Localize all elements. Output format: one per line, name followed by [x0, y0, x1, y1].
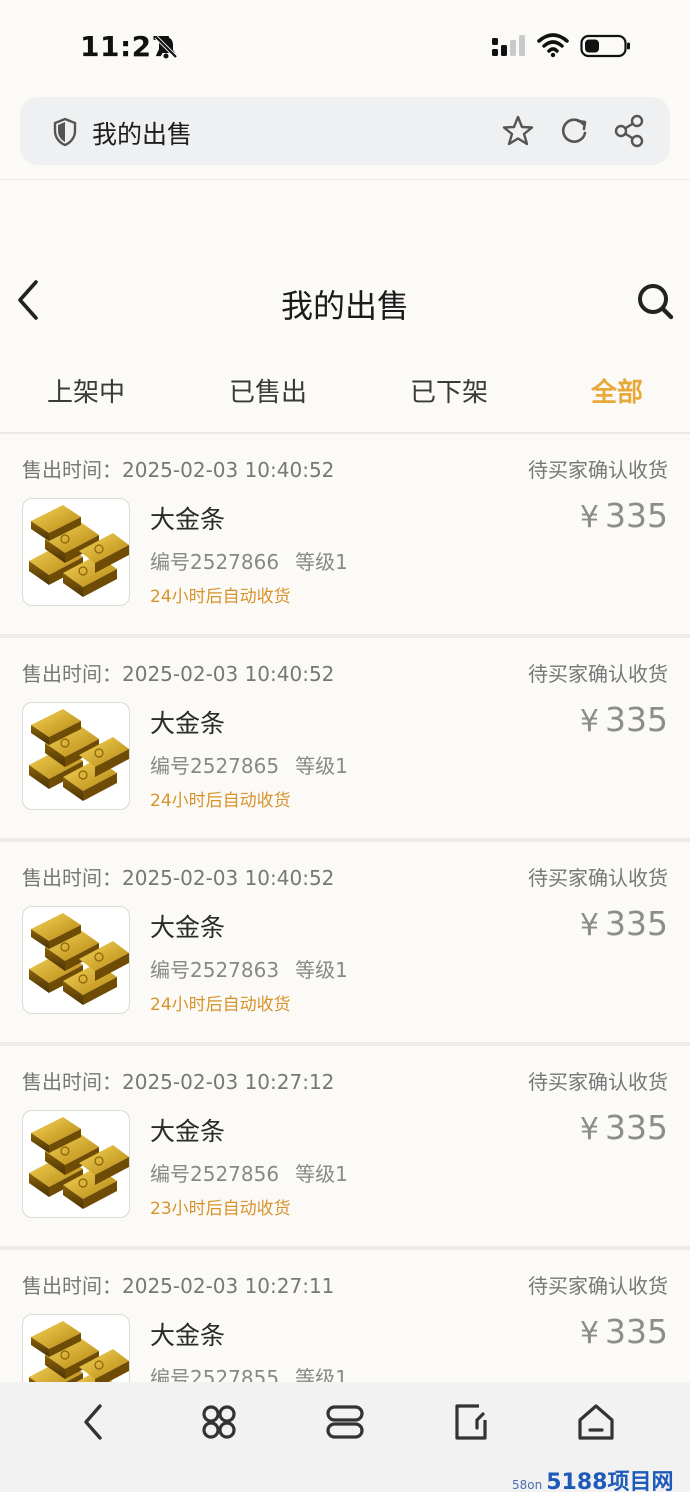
watermark-brand: 5188项目网	[546, 1470, 674, 1492]
clover-menu-icon[interactable]	[197, 1400, 241, 1444]
item-thumbnail	[22, 702, 130, 810]
gold-bars-icon	[29, 709, 129, 801]
item-name: 大金条	[150, 505, 226, 534]
item-thumbnail	[22, 1110, 130, 1218]
shield-icon	[53, 117, 77, 147]
item-meta: 编号2527866 等级1	[150, 546, 348, 575]
home-icon[interactable]	[574, 1400, 618, 1444]
order-status: 待买家确认收货	[528, 458, 668, 482]
tab-all[interactable]: 全部	[591, 372, 643, 409]
screen: 11:27 我的出售 我的出售 上架中 已售出 已下架 全部 售出时间：2025…	[0, 0, 690, 1492]
auto-receive-countdown: 23小时后自动收货	[150, 1199, 291, 1219]
battery-icon	[580, 34, 630, 58]
star-icon[interactable]	[501, 114, 535, 148]
order-list: 售出时间：2025-02-03 10:40:52 待买家确认收货 大金条 编号2…	[0, 434, 690, 1454]
price-value: 335	[605, 496, 668, 535]
tab-delisted[interactable]: 已下架	[410, 372, 488, 409]
tab-sold[interactable]: 已售出	[229, 372, 307, 409]
browser-address-bar[interactable]: 我的出售	[20, 97, 670, 165]
price-value: 335	[605, 1108, 668, 1147]
item-price: ¥335	[580, 1312, 668, 1351]
order-card[interactable]: 售出时间：2025-02-03 10:40:52 待买家确认收货 大金条 编号2…	[0, 638, 690, 842]
divider	[0, 179, 690, 180]
item-serial: 编号2527865	[150, 754, 280, 778]
new-tab-icon[interactable]	[449, 1400, 493, 1444]
auto-receive-countdown: 24小时后自动收货	[150, 791, 291, 811]
price-value: 335	[605, 700, 668, 739]
item-meta: 编号2527865 等级1	[150, 750, 348, 779]
status-bar: 11:27	[0, 0, 690, 92]
gold-bars-icon	[29, 913, 129, 1005]
item-price: ¥335	[580, 904, 668, 943]
item-thumbnail	[22, 498, 130, 606]
bell-muted-icon	[154, 35, 178, 59]
order-status: 待买家确认收货	[528, 662, 668, 686]
order-status: 待买家确认收货	[528, 1274, 668, 1298]
item-name: 大金条	[150, 1321, 226, 1350]
auto-receive-countdown: 24小时后自动收货	[150, 995, 291, 1015]
item-price: ¥335	[580, 496, 668, 535]
item-thumbnail	[22, 906, 130, 1014]
tab-listed[interactable]: 上架中	[47, 372, 125, 409]
item-serial: 编号2527856	[150, 1162, 280, 1186]
order-status: 待买家确认收货	[528, 1070, 668, 1094]
watermark: 58on 5188项目网	[512, 1464, 673, 1492]
gold-bars-icon	[29, 505, 129, 597]
currency-symbol: ¥	[579, 1112, 599, 1147]
auto-receive-countdown: 24小时后自动收货	[150, 587, 291, 607]
item-name: 大金条	[150, 913, 226, 942]
item-price: ¥335	[580, 1108, 668, 1147]
sold-time: 售出时间：2025-02-03 10:40:52	[22, 866, 335, 890]
item-serial: 编号2527866	[150, 550, 280, 574]
price-value: 335	[605, 1312, 668, 1351]
nav-back-icon[interactable]	[72, 1400, 116, 1444]
order-card[interactable]: 售出时间：2025-02-03 10:40:52 待买家确认收货 大金条 编号2…	[0, 842, 690, 1046]
browser-page-title: 我的出售	[92, 120, 193, 149]
order-status: 待买家确认收货	[528, 866, 668, 890]
currency-symbol: ¥	[579, 1316, 599, 1351]
item-level: 等级1	[295, 754, 348, 778]
item-level: 等级1	[295, 1162, 348, 1186]
reload-icon[interactable]	[559, 115, 589, 147]
page-title: 我的出售	[280, 287, 409, 325]
watermark-small: 58on	[512, 1478, 543, 1492]
currency-symbol: ¥	[579, 908, 599, 943]
item-meta: 编号2527863 等级1	[150, 954, 348, 983]
search-icon[interactable]	[636, 282, 674, 320]
share-icon[interactable]	[613, 114, 645, 148]
sold-time: 售出时间：2025-02-03 10:40:52	[22, 458, 335, 482]
order-card[interactable]: 售出时间：2025-02-03 10:27:12 待买家确认收货 大金条 编号2…	[0, 1046, 690, 1250]
item-name: 大金条	[150, 709, 226, 738]
currency-symbol: ¥	[579, 500, 599, 535]
order-card[interactable]: 售出时间：2025-02-03 10:40:52 待买家确认收货 大金条 编号2…	[0, 434, 690, 638]
item-meta: 编号2527856 等级1	[150, 1158, 348, 1187]
item-price: ¥335	[580, 700, 668, 739]
wifi-icon	[537, 33, 569, 58]
currency-symbol: ¥	[579, 704, 599, 739]
sold-time: 售出时间：2025-02-03 10:27:12	[22, 1070, 335, 1094]
item-level: 等级1	[295, 550, 348, 574]
filter-tabs: 上架中 已售出 已下架 全部	[0, 360, 690, 420]
signal-icon	[492, 35, 525, 56]
sold-time: 售出时间：2025-02-03 10:40:52	[22, 662, 335, 686]
item-level: 等级1	[295, 958, 348, 982]
gold-bars-icon	[29, 1117, 129, 1209]
item-name: 大金条	[150, 1117, 226, 1146]
item-serial: 编号2527863	[150, 958, 280, 982]
price-value: 335	[605, 904, 668, 943]
tabs-overview-icon[interactable]	[323, 1400, 367, 1444]
sold-time: 售出时间：2025-02-03 10:27:11	[22, 1274, 335, 1298]
